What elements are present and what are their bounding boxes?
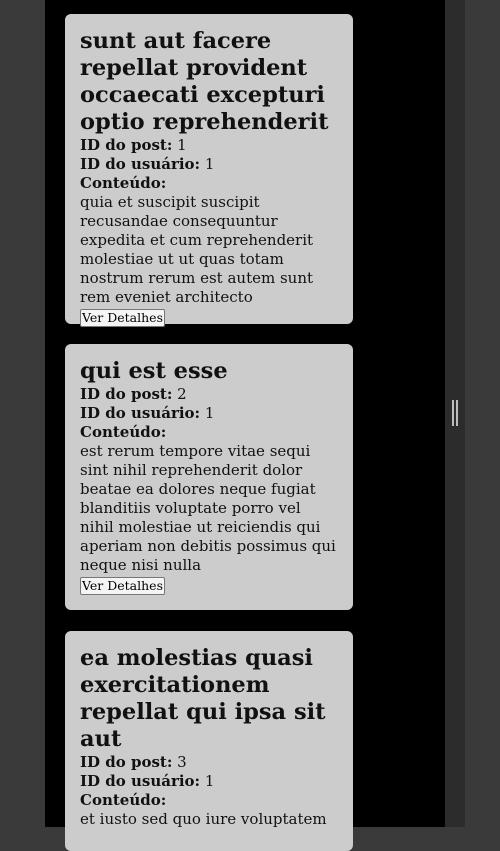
content-label-row: Conteúdo: [80,174,338,193]
content-label: Conteúdo: [80,174,167,192]
content-label: Conteúdo: [80,423,167,441]
content-label: Conteúdo: [80,791,167,809]
user-id-label: ID do usuário: [80,404,201,422]
content-label-row: Conteúdo: [80,423,338,442]
post-id-row: ID do post: 3 [80,753,338,772]
post-title: sunt aut facere repellat provident occae… [80,28,329,135]
post-id-value: 2 [177,385,187,403]
content-label-row: Conteúdo: [80,791,338,810]
post-id-value: 1 [177,136,187,154]
right-gutter [465,0,500,827]
user-id-row: ID do usuário: 1 [80,155,338,174]
post-id-label: ID do post: [80,136,173,154]
user-id-value: 1 [204,404,215,422]
user-id-row: ID do usuário: 1 [80,772,338,791]
post-body: et iusto sed quo iure voluptatem [80,810,327,828]
post-id-label: ID do post: [80,385,173,403]
post-id-label: ID do post: [80,753,173,771]
post-card: sunt aut facere repellat provident occae… [65,14,353,327]
post-card: qui est esse ID do post: 2 ID do usuário… [65,344,353,610]
post-id-value: 3 [177,753,187,771]
post-card: ea molestias quasi exercitationem repell… [65,631,353,851]
left-gutter [0,0,45,827]
resize-grip-icon[interactable] [452,400,458,426]
post-body: quia et suscipit suscipit recusandae con… [80,193,314,306]
view-details-button[interactable]: Ver Detalhes [80,577,165,595]
post-title: qui est esse [80,358,228,384]
user-id-label: ID do usuário: [80,155,201,173]
view-details-button[interactable]: Ver Detalhes [80,309,165,327]
user-id-row: ID do usuário: 1 [80,404,338,423]
post-id-row: ID do post: 1 [80,136,338,155]
post-title: ea molestias quasi exercitationem repell… [80,645,326,752]
user-id-label: ID do usuário: [80,772,201,790]
post-id-row: ID do post: 2 [80,385,338,404]
user-id-value: 1 [204,155,215,173]
post-body: est rerum tempore vitae sequi sint nihil… [80,442,336,574]
user-id-value: 1 [204,772,215,790]
